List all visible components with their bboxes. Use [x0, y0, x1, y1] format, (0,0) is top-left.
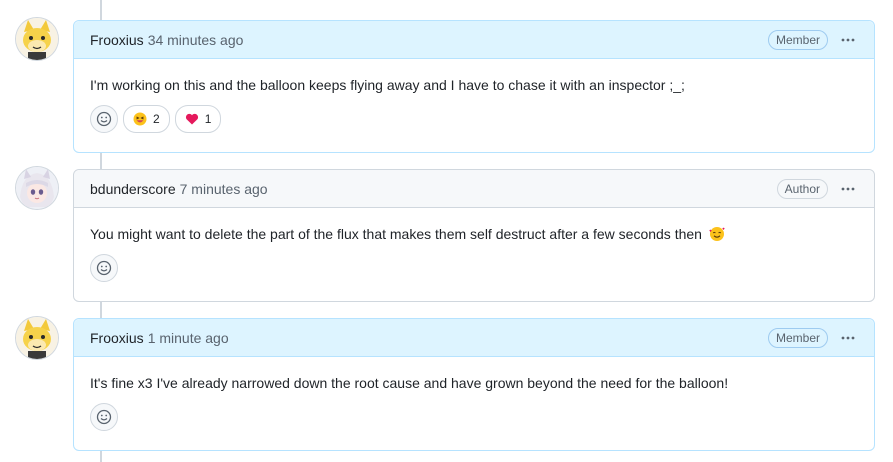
- add-reaction-button[interactable]: [90, 254, 118, 282]
- comment-body: You might want to delete the part of the…: [90, 226, 702, 242]
- kebab-menu-icon[interactable]: [838, 328, 858, 348]
- comment-header: Frooxius 1 minute ago Member: [74, 319, 874, 357]
- role-badge: Author: [776, 178, 828, 199]
- role-badge: Member: [767, 29, 828, 50]
- heart-icon: [185, 113, 198, 125]
- grinning-squinting-face-icon: [133, 112, 147, 126]
- reactions-bar: [90, 244, 858, 297]
- avatar-frooxius[interactable]: [16, 317, 58, 359]
- comment-card: bdunderscore 7 minutes ago Author You mi…: [73, 169, 875, 302]
- reaction-laugh-button[interactable]: 2: [123, 105, 170, 133]
- comment-timestamp[interactable]: 34 minutes ago: [148, 32, 244, 48]
- comment-author[interactable]: Frooxius: [90, 330, 144, 346]
- kebab-menu-icon[interactable]: [838, 179, 858, 199]
- comment-header: Frooxius 34 minutes ago Member: [74, 21, 874, 59]
- comment-timestamp[interactable]: 1 minute ago: [148, 330, 229, 346]
- reactions-bar: [90, 393, 858, 446]
- comment-timestamp[interactable]: 7 minutes ago: [180, 181, 268, 197]
- reactions-bar: 2 1: [90, 95, 858, 148]
- comment-body: I'm working on this and the balloon keep…: [90, 77, 685, 93]
- comment-author[interactable]: Frooxius: [90, 32, 144, 48]
- reaction-count: 1: [204, 112, 212, 126]
- role-badge: Member: [767, 327, 828, 348]
- avatar-bdunderscore[interactable]: [16, 167, 58, 209]
- kebab-menu-icon[interactable]: [838, 30, 858, 50]
- comment-body: It's fine x3 I've already narrowed down …: [90, 375, 729, 391]
- reaction-heart-button[interactable]: 1: [174, 105, 222, 133]
- comment-author[interactable]: bdunderscore: [90, 181, 176, 197]
- comment-card: Frooxius 1 minute ago Member It's fine x…: [73, 318, 875, 451]
- smiley-icon: [96, 409, 112, 425]
- avatar-frooxius[interactable]: [16, 18, 58, 60]
- comment-body-row: You might want to delete the part of the…: [90, 208, 858, 244]
- comment-card: Frooxius 34 minutes ago Member I'm worki…: [73, 20, 875, 153]
- smiling-face-with-hearts-icon: [709, 227, 725, 241]
- reaction-count: 2: [153, 112, 160, 126]
- add-reaction-button[interactable]: [90, 403, 118, 431]
- smiley-icon: [96, 260, 112, 276]
- comment-header: bdunderscore 7 minutes ago Author: [74, 170, 874, 208]
- smiley-icon: [96, 111, 112, 127]
- add-reaction-button[interactable]: [90, 105, 118, 133]
